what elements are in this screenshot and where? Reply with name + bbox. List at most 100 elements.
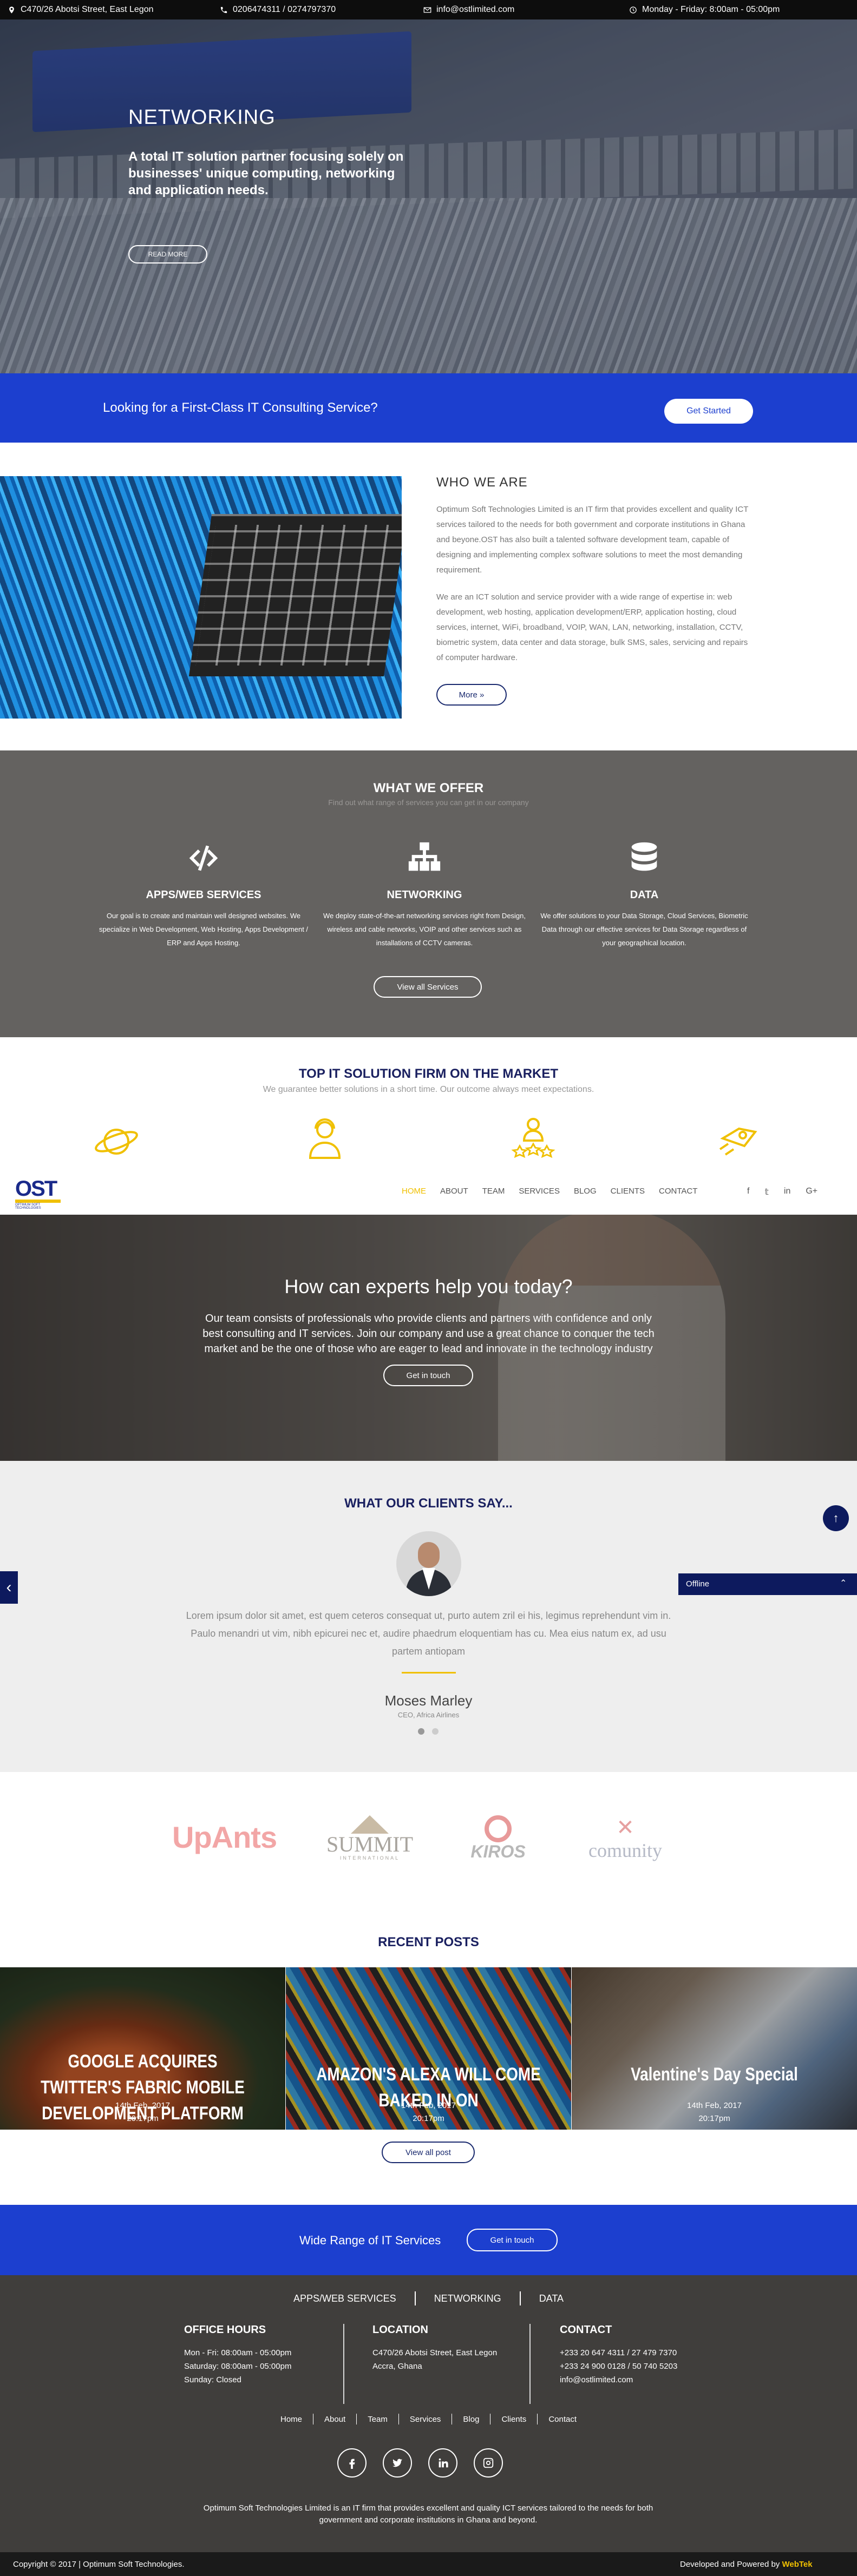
- get-in-touch-button[interactable]: Get in touch: [383, 1365, 473, 1386]
- post-time: 20:17pm: [127, 2114, 159, 2123]
- footer-instagram-icon[interactable]: [474, 2448, 503, 2478]
- testimonials-section: WHAT OUR CLIENTS SAY... Lorem ipsum dolo…: [0, 1461, 857, 1772]
- nav-item-contact[interactable]: CONTACT: [659, 1187, 697, 1196]
- address-info: C470/26 Abotsi Street, East Legon: [8, 0, 154, 19]
- code-icon: [189, 845, 218, 871]
- google-plus-icon[interactable]: G+: [806, 1187, 817, 1197]
- upants-logo[interactable]: UpAnts: [172, 1820, 277, 1855]
- footer-about-text: Optimum Soft Technologies Limited is an …: [203, 2503, 653, 2525]
- nav-item-blog[interactable]: BLOG: [574, 1187, 597, 1196]
- view-all-services-button[interactable]: View all Services: [374, 976, 482, 998]
- summit-logo[interactable]: SUMMIT INTERNATIONAL: [324, 1815, 416, 1861]
- nav-item-services[interactable]: SERVICES: [519, 1187, 560, 1196]
- footer-link-services[interactable]: Services: [410, 2415, 441, 2424]
- offer-title: WHAT WE OFFER: [373, 781, 484, 795]
- footer-link-contact[interactable]: Contact: [548, 2415, 577, 2424]
- post-date: 14th Feb, 2017: [401, 2101, 456, 2110]
- post-time: 20:17pm: [698, 2114, 730, 2123]
- chevron-up-icon[interactable]: ⌃: [840, 1578, 847, 1589]
- service-card-networking[interactable]: NETWORKING We deploy state-of-the-art ne…: [316, 837, 533, 950]
- phone-info[interactable]: 0206474311 / 0274797370: [220, 0, 336, 19]
- scroll-to-top-button[interactable]: ↑: [823, 1505, 849, 1531]
- facebook-icon[interactable]: f: [747, 1187, 749, 1197]
- cta2-get-in-touch-button[interactable]: Get in touch: [467, 2229, 558, 2251]
- nav-item-clients[interactable]: CLIENTS: [611, 1187, 645, 1196]
- planet-icon: [95, 1129, 138, 1155]
- footer-cat-networking[interactable]: NETWORKING: [434, 2293, 501, 2304]
- testimonials-title: WHAT OUR CLIENTS SAY...: [344, 1496, 513, 1511]
- nav-menu: HOME ABOUT TEAM SERVICES BLOG CLIENTS CO…: [402, 1187, 697, 1196]
- live-chat-bar[interactable]: Offline ⌃: [678, 1573, 857, 1595]
- cta-text: Looking for a First-Class IT Consulting …: [103, 400, 378, 415]
- location: LOCATION C470/26 Abotsi Street, East Leg…: [372, 2324, 498, 2371]
- post-date: 14th Feb, 2017: [115, 2101, 170, 2110]
- database-icon: [631, 842, 657, 871]
- offer-subtitle: Find out what range of services you can …: [328, 798, 529, 807]
- post-card[interactable]: Valentine's Day Special 14th Feb, 2017 20…: [572, 1967, 857, 2130]
- phone-text: 0206474311 / 0274797370: [233, 5, 336, 14]
- footer-twitter-icon[interactable]: [383, 2448, 412, 2478]
- service-title: DATA: [630, 889, 659, 901]
- top-it-section: TOP IT SOLUTION FIRM ON THE MARKET We gu…: [0, 1037, 857, 1124]
- post-date: 14th Feb, 2017: [687, 2101, 742, 2110]
- footer: APPS/WEB SERVICES NETWORKING DATA OFFICE…: [0, 2275, 857, 2576]
- testimonial-quote: Lorem ipsum dolor sit amet, est quem cet…: [186, 1610, 671, 1657]
- footer-link-blog[interactable]: Blog: [463, 2415, 479, 2424]
- hero-slider: NETWORKING A total IT solution partner f…: [0, 19, 857, 373]
- more-button[interactable]: More »: [436, 684, 507, 706]
- clock-icon: [630, 6, 637, 14]
- testimonial-name: Moses Marley: [384, 1692, 473, 1709]
- service-text: We deploy state-of-the-art networking se…: [323, 912, 526, 947]
- footer-facebook-icon[interactable]: [337, 2448, 367, 2478]
- get-started-button[interactable]: Get Started: [664, 399, 753, 424]
- carousel-dot-active[interactable]: [418, 1728, 424, 1735]
- nav-item-team[interactable]: TEAM: [482, 1187, 505, 1196]
- who-paragraph-1: Optimum Soft Technologies Limited is an …: [436, 505, 749, 575]
- footer-link-about[interactable]: About: [324, 2415, 345, 2424]
- avatar: [396, 1531, 461, 1596]
- service-text: Our goal is to create and maintain well …: [99, 912, 309, 947]
- service-card-data[interactable]: DATA We offer solutions to your Data Sto…: [536, 837, 753, 950]
- post-time: 20:17pm: [413, 2114, 444, 2123]
- network-cables-image: [0, 476, 402, 719]
- who-title: WHO WE ARE: [436, 475, 528, 490]
- webtek-link[interactable]: WebTek: [782, 2560, 812, 2569]
- footer-link-home[interactable]: Home: [280, 2415, 302, 2424]
- who-paragraph-2: We are an ICT solution and service provi…: [436, 592, 748, 662]
- rocket-icon: [719, 1127, 757, 1156]
- comunity-logo[interactable]: ✕ comunity: [579, 1815, 671, 1861]
- linkedin-icon[interactable]: in: [784, 1187, 790, 1197]
- service-card-apps[interactable]: APPS/WEB SERVICES Our goal is to create …: [95, 837, 312, 950]
- footer-linkedin-icon[interactable]: [428, 2448, 457, 2478]
- footer-cat-data[interactable]: DATA: [539, 2293, 564, 2304]
- post-card[interactable]: GOOGLE ACQUIRES TWITTER'S FABRIC MOBILE …: [0, 1967, 285, 2130]
- email-info[interactable]: info@ostlimited.com: [423, 0, 514, 19]
- view-all-post-button[interactable]: View all post: [382, 2142, 475, 2163]
- recent-posts-title: RECENT POSTS: [378, 1935, 479, 1949]
- carousel-dot[interactable]: [432, 1728, 439, 1735]
- nav-item-about[interactable]: ABOUT: [440, 1187, 468, 1196]
- envelope-icon: [423, 7, 431, 12]
- hours-info: Monday - Friday: 8:00am - 05:00pm: [629, 0, 780, 19]
- twitter-icon[interactable]: 𝕥: [764, 1187, 768, 1197]
- footer-link-team[interactable]: Team: [368, 2415, 388, 2424]
- nav-item-home[interactable]: HOME: [402, 1187, 426, 1196]
- footer-links: Home About Team Services Blog Clients Co…: [0, 2414, 857, 2425]
- contact: CONTACT +233 20 647 4311 / 27 479 7370 +…: [560, 2324, 678, 2384]
- powered-by-text: Developed and Powered by WebTek: [680, 2560, 813, 2569]
- main-navigation: OST OPTIMUM SOFT TECHNOLOGIES HOME ABOUT…: [0, 1171, 857, 1215]
- office-hours: OFFICE HOURS Mon - Fri: 08:00am - 05:00p…: [184, 2324, 292, 2384]
- chevron-left-icon[interactable]: ‹: [0, 1571, 18, 1604]
- footer-cat-apps[interactable]: APPS/WEB SERVICES: [293, 2293, 396, 2304]
- support-agent-icon: [309, 1118, 341, 1159]
- logo-subtext: OPTIMUM SOFT TECHNOLOGIES: [15, 1203, 41, 1210]
- experts-text: Our team consists of professionals who p…: [202, 1313, 655, 1355]
- ost-logo[interactable]: OST OPTIMUM SOFT TECHNOLOGIES: [15, 1178, 64, 1210]
- service-title: APPS/WEB SERVICES: [146, 889, 261, 901]
- top-info-bar: C470/26 Abotsi Street, East Legon 020647…: [0, 0, 857, 19]
- footer-link-clients[interactable]: Clients: [501, 2415, 526, 2424]
- post-card[interactable]: AMAZON'S ALEXA WILL COME BAKED IN ON 14t…: [286, 1967, 571, 2130]
- services-cta-banner: Wide Range of IT Services Get in touch: [0, 2205, 857, 2275]
- read-more-button[interactable]: READ MORE: [128, 245, 207, 263]
- kiros-logo[interactable]: KIROS: [455, 1815, 541, 1861]
